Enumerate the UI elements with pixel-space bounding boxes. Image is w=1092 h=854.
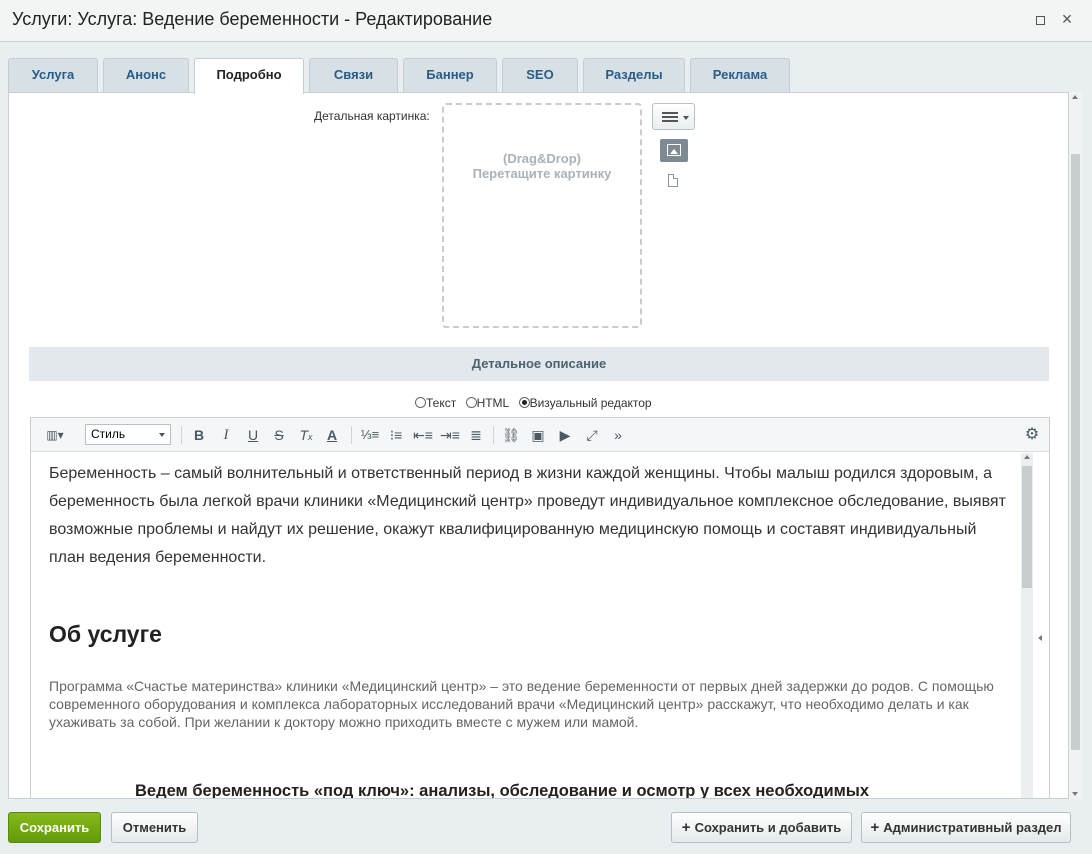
visual-editor: ▥▾ Стиль B I U S Tx A ⅓≡ ⁝≡ ⇤≡ ⇥≡ ≣ ⛓ ▣ … bbox=[30, 417, 1050, 799]
tab-banner[interactable]: Баннер bbox=[403, 58, 497, 92]
plus-icon: + bbox=[870, 819, 880, 836]
plus-icon: + bbox=[681, 819, 691, 836]
style-select[interactable]: Стиль bbox=[85, 424, 171, 445]
justify-icon[interactable]: ≣ bbox=[466, 425, 486, 445]
content-scrollbar[interactable] bbox=[1069, 92, 1082, 799]
detail-picture-label: Детальная картинка: bbox=[314, 109, 430, 123]
editor-toolbar: ▥▾ Стиль B I U S Tx A ⅓≡ ⁝≡ ⇤≡ ⇥≡ ≣ ⛓ ▣ … bbox=[31, 418, 1049, 452]
image-source-button[interactable] bbox=[660, 139, 688, 162]
collapse-panel-icon[interactable] bbox=[1038, 635, 1042, 641]
detail-description-header: Детальное описание bbox=[29, 347, 1049, 381]
window-titlebar: Услуги: Услуга: Ведение беременности - Р… bbox=[0, 0, 1092, 42]
unordered-list-icon[interactable]: ⁝≡ bbox=[386, 425, 406, 445]
picture-menu-button[interactable] bbox=[652, 103, 695, 130]
menu-icon bbox=[662, 112, 678, 122]
remove-format-icon[interactable]: Tx bbox=[296, 425, 316, 445]
tab-announce[interactable]: Анонс bbox=[103, 58, 189, 92]
dropzone-hint-text: Перетащите картинку bbox=[472, 166, 612, 181]
link-icon[interactable]: ⛓ bbox=[501, 425, 521, 445]
view-mode-icon[interactable]: ▥▾ bbox=[41, 425, 69, 445]
about-heading: Об услуге bbox=[49, 621, 162, 647]
tab-seo[interactable]: SEO bbox=[502, 58, 578, 92]
editor-mode-radios: Текст HTML Визуальный редактор bbox=[415, 396, 658, 410]
ordered-list-icon[interactable]: ⅓≡ bbox=[360, 425, 380, 445]
outdent-icon[interactable]: ⇤≡ bbox=[413, 425, 433, 445]
more-icon[interactable]: » bbox=[608, 425, 628, 445]
settings-icon[interactable]: ⚙ bbox=[1022, 425, 1042, 445]
tab-content-details: Детальная картинка: (Drag&Drop) Перетащи… bbox=[8, 92, 1069, 799]
save-button[interactable]: Сохранить bbox=[8, 812, 101, 843]
window-title: Услуги: Услуга: Ведение беременности - Р… bbox=[12, 9, 493, 29]
fullscreen-icon[interactable]: ⤢ bbox=[582, 425, 602, 445]
indent-icon[interactable]: ⇥≡ bbox=[440, 425, 460, 445]
strikethrough-icon[interactable]: S bbox=[270, 425, 288, 445]
tab-ads[interactable]: Реклама bbox=[690, 58, 790, 92]
image-icon[interactable]: ▣ bbox=[528, 425, 548, 445]
save-and-add-button[interactable]: + Сохранить и добавить bbox=[671, 812, 852, 843]
cancel-button[interactable]: Отменить bbox=[111, 812, 198, 843]
tab-sections[interactable]: Разделы bbox=[583, 58, 685, 92]
file-icon[interactable] bbox=[668, 174, 678, 187]
video-icon[interactable]: ▶ bbox=[555, 425, 575, 445]
tab-service[interactable]: Услуга bbox=[8, 58, 98, 92]
intro-paragraph: Беременность – самый волнительный и отве… bbox=[49, 465, 1006, 566]
dropzone-hint-dragdrop: (Drag&Drop) bbox=[503, 151, 581, 166]
editor-content[interactable]: Беременность – самый волнительный и отве… bbox=[31, 453, 1021, 799]
font-color-icon[interactable]: A bbox=[323, 425, 341, 445]
tab-links[interactable]: Связи bbox=[309, 58, 398, 92]
picture-dropzone[interactable]: (Drag&Drop) Перетащите картинку bbox=[442, 103, 642, 328]
mode-text-radio[interactable]: Текст bbox=[415, 396, 456, 410]
caret-down-icon bbox=[683, 116, 689, 120]
bold-icon[interactable]: B bbox=[190, 425, 208, 445]
mode-html-radio[interactable]: HTML bbox=[465, 396, 509, 410]
maximize-icon[interactable] bbox=[1031, 10, 1049, 28]
program-paragraph: Программа «Счастье материнства» клиники … bbox=[49, 678, 994, 730]
mode-visual-radio[interactable]: Визуальный редактор bbox=[518, 396, 652, 410]
close-icon[interactable]: × bbox=[1058, 10, 1076, 28]
turnkey-subheading: Ведем беременность «под ключ»: анализы, … bbox=[135, 782, 870, 799]
image-icon bbox=[667, 144, 681, 156]
underline-icon[interactable]: U bbox=[244, 425, 262, 445]
footer-bar: Сохранить Отменить + Сохранить и добавить… bbox=[0, 800, 1092, 854]
editor-scrollbar[interactable] bbox=[1021, 453, 1033, 798]
admin-section-button[interactable]: + Административный раздел bbox=[861, 812, 1071, 843]
tab-details[interactable]: Подробно bbox=[194, 58, 304, 94]
italic-icon[interactable]: I bbox=[217, 425, 235, 445]
